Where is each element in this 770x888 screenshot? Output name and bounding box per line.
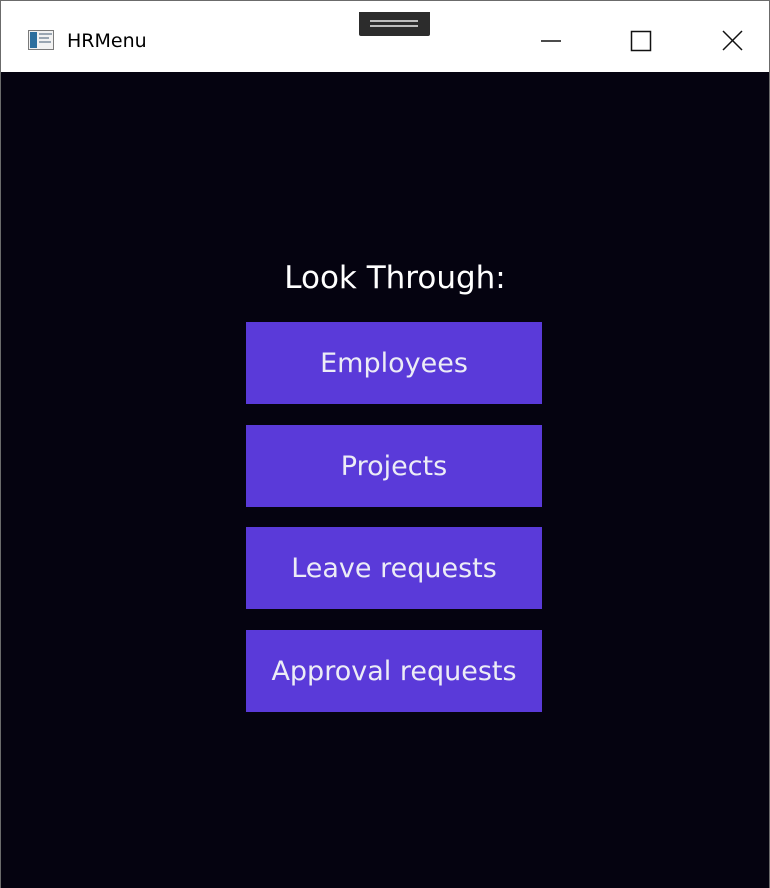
page-heading: Look Through: [284, 260, 506, 296]
minimize-button[interactable] [531, 23, 571, 59]
close-icon [722, 30, 743, 51]
leave-requests-button[interactable]: Leave requests [246, 527, 542, 609]
approval-requests-button-label: Approval requests [271, 655, 517, 687]
projects-button[interactable]: Projects [246, 425, 542, 507]
maximize-button[interactable] [621, 23, 661, 59]
approval-requests-button[interactable]: Approval requests [246, 630, 542, 712]
window-title: HRMenu [67, 30, 147, 52]
leave-requests-button-label: Leave requests [291, 552, 497, 584]
projects-button-label: Projects [340, 450, 448, 482]
main-content: Look Through: Employees Projects Leave r… [1, 72, 769, 888]
close-button[interactable] [712, 23, 752, 59]
title-bar[interactable]: HRMenu [1, 0, 769, 72]
employees-button[interactable]: Employees [246, 322, 542, 404]
app-window-icon [28, 30, 54, 50]
drag-grip-handle[interactable] [359, 12, 430, 36]
maximize-icon [630, 30, 652, 52]
minimize-icon [541, 40, 561, 42]
employees-button-label: Employees [320, 347, 468, 379]
app-window: HRMenu Look Through: Employees Projects … [0, 0, 770, 888]
